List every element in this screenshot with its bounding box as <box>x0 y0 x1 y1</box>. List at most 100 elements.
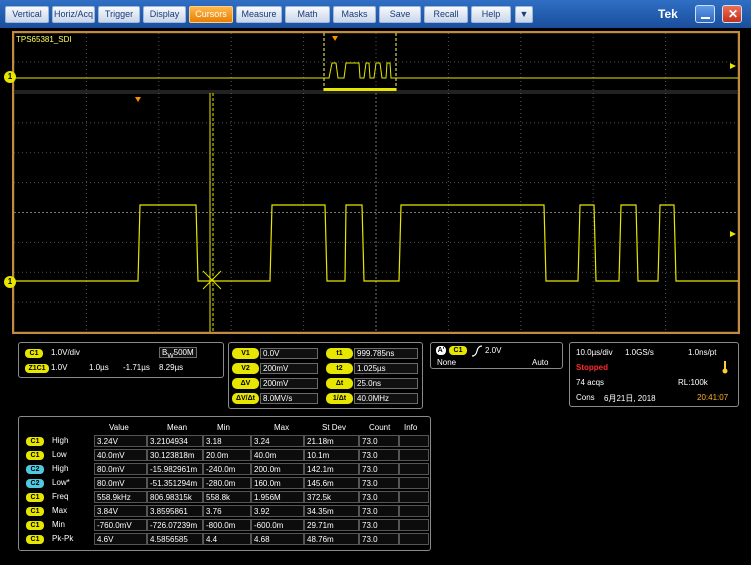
waveform-display[interactable]: TPS65381_SDI <box>12 31 740 334</box>
v1-value: 0.0V <box>260 348 318 359</box>
measurement-channel-badge: C1 <box>26 451 44 460</box>
minimize-button[interactable] <box>695 5 715 23</box>
waveform-graticule <box>14 33 738 332</box>
vertical-panel[interactable]: C1 1.0V/div BW500M Z1C1 1.0V 1.0µs -1.71… <box>18 342 224 378</box>
menu-trigger[interactable]: Trigger <box>98 6 140 23</box>
bandwidth-value: 500M <box>173 348 194 357</box>
measurement-name: Max <box>52 506 68 515</box>
measurement-cell-info <box>399 435 429 447</box>
channel-1-position-marker[interactable]: 1 <box>4 276 16 288</box>
zoom-time: 1.0µs <box>89 363 109 372</box>
measurement-cell-stdev: 34.35m <box>304 505 359 517</box>
dv-dt-label: ΔV/Δt <box>232 393 259 404</box>
menu-recall[interactable]: Recall <box>424 6 468 23</box>
acquisition-date: 6月21日, 2018 <box>604 394 656 403</box>
measurement-cell-count: 73.0 <box>359 477 399 489</box>
acquisition-time: 20:41:07 <box>697 393 729 402</box>
measurement-cell-mean: -726.07239m <box>147 519 203 531</box>
measurement-cell-max: 160.0m <box>251 477 304 489</box>
delta-v-label: ΔV <box>232 378 259 389</box>
channel-1-overview-marker[interactable]: 1 <box>4 71 16 83</box>
menu-measure[interactable]: Measure <box>236 6 282 23</box>
menu-masks[interactable]: Masks <box>333 6 376 23</box>
zoom-position: -1.71µs <box>123 363 150 372</box>
measurement-cell-count: 73.0 <box>359 519 399 531</box>
menu-math[interactable]: Math <box>285 6 330 23</box>
measurement-cell-max: 4.68 <box>251 533 304 545</box>
measurement-cell-value: 3.24V <box>94 435 147 447</box>
measurement-cell-stdev: 10.1m <box>304 449 359 461</box>
menu-save[interactable]: Save <box>379 6 421 23</box>
measurement-cell-min: 4.4 <box>203 533 251 545</box>
v2-label: V2 <box>232 363 259 374</box>
measurement-cell-max: 3.24 <box>251 435 304 447</box>
measurement-cell-count: 73.0 <box>359 463 399 475</box>
measurement-cell-count: 73.0 <box>359 505 399 517</box>
measurement-header-info: Info <box>404 423 418 432</box>
trigger-panel[interactable]: A' C1 2.0V None Auto <box>430 342 563 369</box>
menu-vertical[interactable]: Vertical <box>5 6 49 23</box>
measurement-name: Low <box>52 450 67 459</box>
t1-label: t1 <box>326 348 353 359</box>
menu-bar: Vertical Horiz/Acq Trigger Display Cursors Me… <box>0 0 751 28</box>
measurement-channel-badge: C1 <box>26 437 44 446</box>
measurement-channel-badge: C1 <box>26 535 44 544</box>
volts-per-div: 1.0V/div <box>51 348 80 357</box>
measurement-name: High <box>52 436 69 445</box>
zoom-badge: Z1C1 <box>25 364 49 373</box>
measurement-cell-count: 73.0 <box>359 449 399 461</box>
menu-help[interactable]: Help <box>471 6 511 23</box>
tek-logo: Tek <box>658 7 678 21</box>
measurement-cell-max: -600.0m <box>251 519 304 531</box>
measurement-cell-mean: -51.351294m <box>147 477 203 489</box>
cursor-readout-panel[interactable]: V1 0.0V V2 200mV ΔV 200mV ΔV/Δt 8.0MV/s … <box>228 342 423 409</box>
measurement-name: Low* <box>52 478 70 487</box>
measurement-cell-stdev: 48.76m <box>304 533 359 545</box>
inverse-delta-t-label: 1/Δt <box>326 393 353 404</box>
zoom-window-bar <box>324 88 396 91</box>
overview-trigger-marker <box>332 36 338 41</box>
zoom-width: 8.29µs <box>159 363 184 372</box>
delta-t-label: Δt <box>326 378 353 389</box>
measurement-cell-mean: 3.8595861 <box>147 505 203 517</box>
measurement-cell-min: -280.0m <box>203 477 251 489</box>
menu-more-button[interactable]: ▼ <box>515 6 533 23</box>
trigger-source-badge: C1 <box>449 346 467 355</box>
measurement-channel-badge: C1 <box>26 493 44 502</box>
close-button[interactable]: ✕ <box>722 5 742 23</box>
trigger-coupling: None <box>437 358 457 367</box>
measurements-panel[interactable]: Value Mean Min Max St Dev Count Info C1 High 3.24… <box>18 416 431 551</box>
measurement-cell-max: 3.92 <box>251 505 304 517</box>
t2-value: 1.025µs <box>354 363 418 374</box>
measurement-cell-min: 3.18 <box>203 435 251 447</box>
thermometer-icon <box>722 361 728 374</box>
measurement-cell-value: -760.0mV <box>94 519 147 531</box>
bandwidth-limit: BW500M <box>159 347 197 360</box>
trigger-level: 2.0V <box>485 346 502 355</box>
measurement-name: Min <box>52 520 65 529</box>
acquisition-panel[interactable]: 10.0µs/div 1.0GS/s 1.0ns/pt Stopped 74 a… <box>569 342 739 407</box>
measurement-cell-value: 3.84V <box>94 505 147 517</box>
measurement-cell-max: 1.956M <box>251 491 304 503</box>
overview-trace <box>14 62 738 79</box>
measurement-header-min: Min <box>217 423 230 432</box>
acquisition-state: Stopped <box>576 363 608 372</box>
measurement-channel-badge: C2 <box>26 479 44 488</box>
timebase: 10.0µs/div <box>576 348 613 357</box>
close-icon: ✕ <box>728 7 739 21</box>
measurement-channel-badge: C1 <box>26 507 44 516</box>
channel-1-badge: C1 <box>25 349 43 358</box>
menu-cursors[interactable]: Cursors <box>189 6 233 23</box>
measurement-name: High <box>52 464 69 473</box>
channel-name-label: TPS65381_SDI <box>16 35 72 44</box>
menu-horiz-acq[interactable]: Horiz/Acq <box>52 6 95 23</box>
measurement-cell-info <box>399 477 429 489</box>
measurement-name: Freq <box>52 492 69 501</box>
measurement-header-mean: Mean <box>167 423 188 432</box>
measurement-cell-stdev: 145.6m <box>304 477 359 489</box>
measurement-header-value: Value <box>109 423 129 432</box>
measurement-cell-value: 40.0mV <box>94 449 147 461</box>
measurement-cell-min: 3.76 <box>203 505 251 517</box>
measurement-name: Pk-Pk <box>52 534 74 543</box>
menu-display[interactable]: Display <box>143 6 186 23</box>
